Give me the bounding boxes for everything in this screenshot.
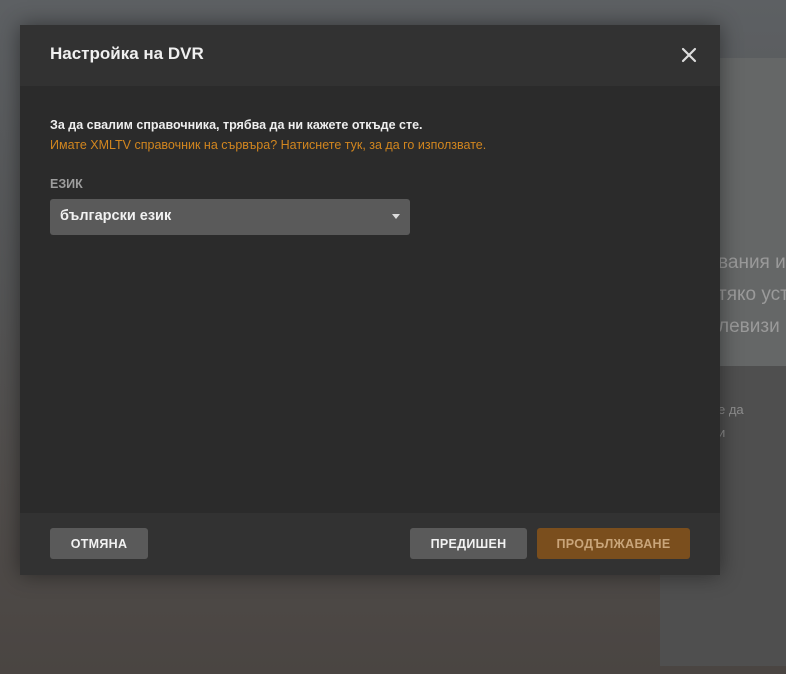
background-text-line: левизи	[718, 316, 780, 337]
previous-button[interactable]: ПРЕДИШЕН	[410, 528, 527, 559]
language-select[interactable]: български език	[50, 199, 410, 235]
background-text-line: тяко уст	[718, 284, 786, 305]
background-text-line: вания и	[718, 252, 786, 273]
dialog-footer: ОТМЯНА ПРЕДИШЕН ПРОДЪЛЖАВАНЕ	[20, 513, 720, 575]
background-text-line: е да	[718, 402, 744, 417]
language-select-value: български език	[60, 208, 172, 224]
continue-button[interactable]: ПРОДЪЛЖАВАНЕ	[537, 528, 690, 559]
dialog-title: Настройка на DVR	[50, 44, 204, 63]
close-button[interactable]	[678, 44, 700, 66]
chevron-down-icon	[392, 214, 400, 219]
language-label: ЕЗИК	[50, 177, 83, 191]
dialog-body: За да свалим справочника, трябва да ни к…	[50, 118, 690, 235]
dvr-setup-dialog: Настройка на DVR За да свалим справочник…	[20, 25, 720, 575]
xmltv-guide-link[interactable]: Имате XMLTV справочник на сървъра? Натис…	[50, 138, 690, 152]
cancel-button[interactable]: ОТМЯНА	[50, 528, 148, 559]
close-icon	[681, 47, 697, 63]
dialog-header: Настройка на DVR	[20, 25, 720, 86]
intro-text: За да свалим справочника, трябва да ни к…	[50, 118, 423, 132]
